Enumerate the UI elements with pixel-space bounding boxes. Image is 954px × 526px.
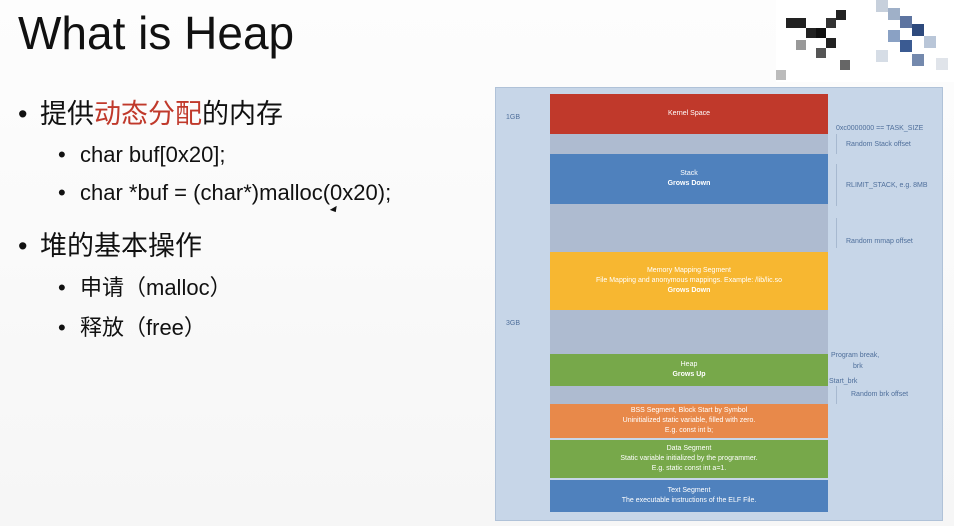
segment-description: The executable instructions of the ELF F… [621,497,757,504]
bracket-brk-offset [836,386,837,404]
segment-direction: Grows Up [672,371,706,378]
bullet-suffix: 的内存 [202,99,283,129]
annotation-brk: brk [853,363,863,370]
bullet-text: 堆的基本操作 [40,231,202,261]
segment-label: Text Segment [667,487,711,494]
slide-title: What is Heap [18,7,295,59]
segment-label: BSS Segment, Block Start by Symbol [630,407,748,414]
segment-gap-mmap [550,204,828,252]
bullet-heap-operations: • 堆的基本操作 [18,231,202,261]
bullet-sub-malloc: • 申请（malloc） [58,275,232,300]
segment-label: Memory Mapping Segment [646,267,732,274]
bullet-sub-malloc-buf: • char *buf = (char*)malloc(0x20); [58,180,392,205]
segment-description: Static variable initialized by the progr… [620,455,758,462]
segment-stack: Stack Grows Down [550,154,828,204]
bracket-stack-offset [836,134,837,154]
segment-gap-brk [550,386,828,404]
annotation-task-size: 0xc0000000 == TASK_SIZE [836,125,924,132]
segment-gap-heap [550,310,828,354]
annotation-start-brk: Start_brk [829,378,858,385]
side-label-1gb: 1GB [506,114,521,121]
segment-data: Data Segment Static variable initialized… [550,440,828,478]
segment-direction: Grows Down [667,180,711,187]
slide: What is Heap • 提供动态分配的内存 • char buf[0x20];… [0,0,954,526]
segment-gap-stack-offset [550,134,828,154]
sub-bullet-text: 申请（malloc） [80,275,232,300]
webcam-overlay-image [776,0,954,82]
mouse-cursor-icon [329,205,340,215]
segment-direction: Grows Down [667,287,711,294]
segment-description: Uninitialized static variable, filled wi… [622,417,756,424]
sub-bullet-text: 释放（free） [80,315,206,340]
annotation-rlimit-stack: RLIMIT_STACK, e.g. 8MB [846,182,928,189]
segment-label: Kernel Space [667,110,711,117]
bullet-highlight: 动态分配 [94,99,202,129]
bracket-rlimit [836,164,837,206]
segment-description: E.g. static const int a=1. [651,465,727,472]
sub-bullet-text: char buf[0x20]; [80,142,226,167]
annotation-random-stack-offset: Random Stack offset [846,141,911,148]
sub-bullet-text: char *buf = (char*)malloc(0x20); [80,180,392,205]
annotation-random-brk-offset: Random brk offset [851,391,909,398]
segment-bss: BSS Segment, Block Start by Symbol Unini… [550,404,828,438]
bullet-sub-static-buf: • char buf[0x20]; [58,142,226,167]
segment-description: E.g. const int b; [664,427,714,434]
segment-label: Heap [680,361,698,368]
bracket-mmap-offset [836,218,837,248]
memory-layout-diagram: 1GB 3GB Kernel Space Stack Grows Down Me… [495,87,943,521]
segment-text: Text Segment The executable instructions… [550,480,828,512]
annotation-random-mmap-offset: Random mmap offset [846,238,913,245]
segment-heap: Heap Grows Up [550,354,828,386]
side-label-3gb: 3GB [506,320,521,327]
segment-memory-mapping: Memory Mapping Segment File Mapping and … [550,252,828,310]
annotation-program-break: Program break, [831,352,880,359]
segment-label: Data Segment [666,445,712,452]
bullet-sub-free: • 释放（free） [58,315,206,340]
segment-description: File Mapping and anonymous mappings. Exa… [596,277,782,284]
segment-label: Stack [680,170,698,177]
segment-kernel-space: Kernel Space [550,94,828,134]
bullet-dynamic-memory: • 提供动态分配的内存 [18,99,283,129]
bullet-prefix: 提供 [40,99,94,129]
